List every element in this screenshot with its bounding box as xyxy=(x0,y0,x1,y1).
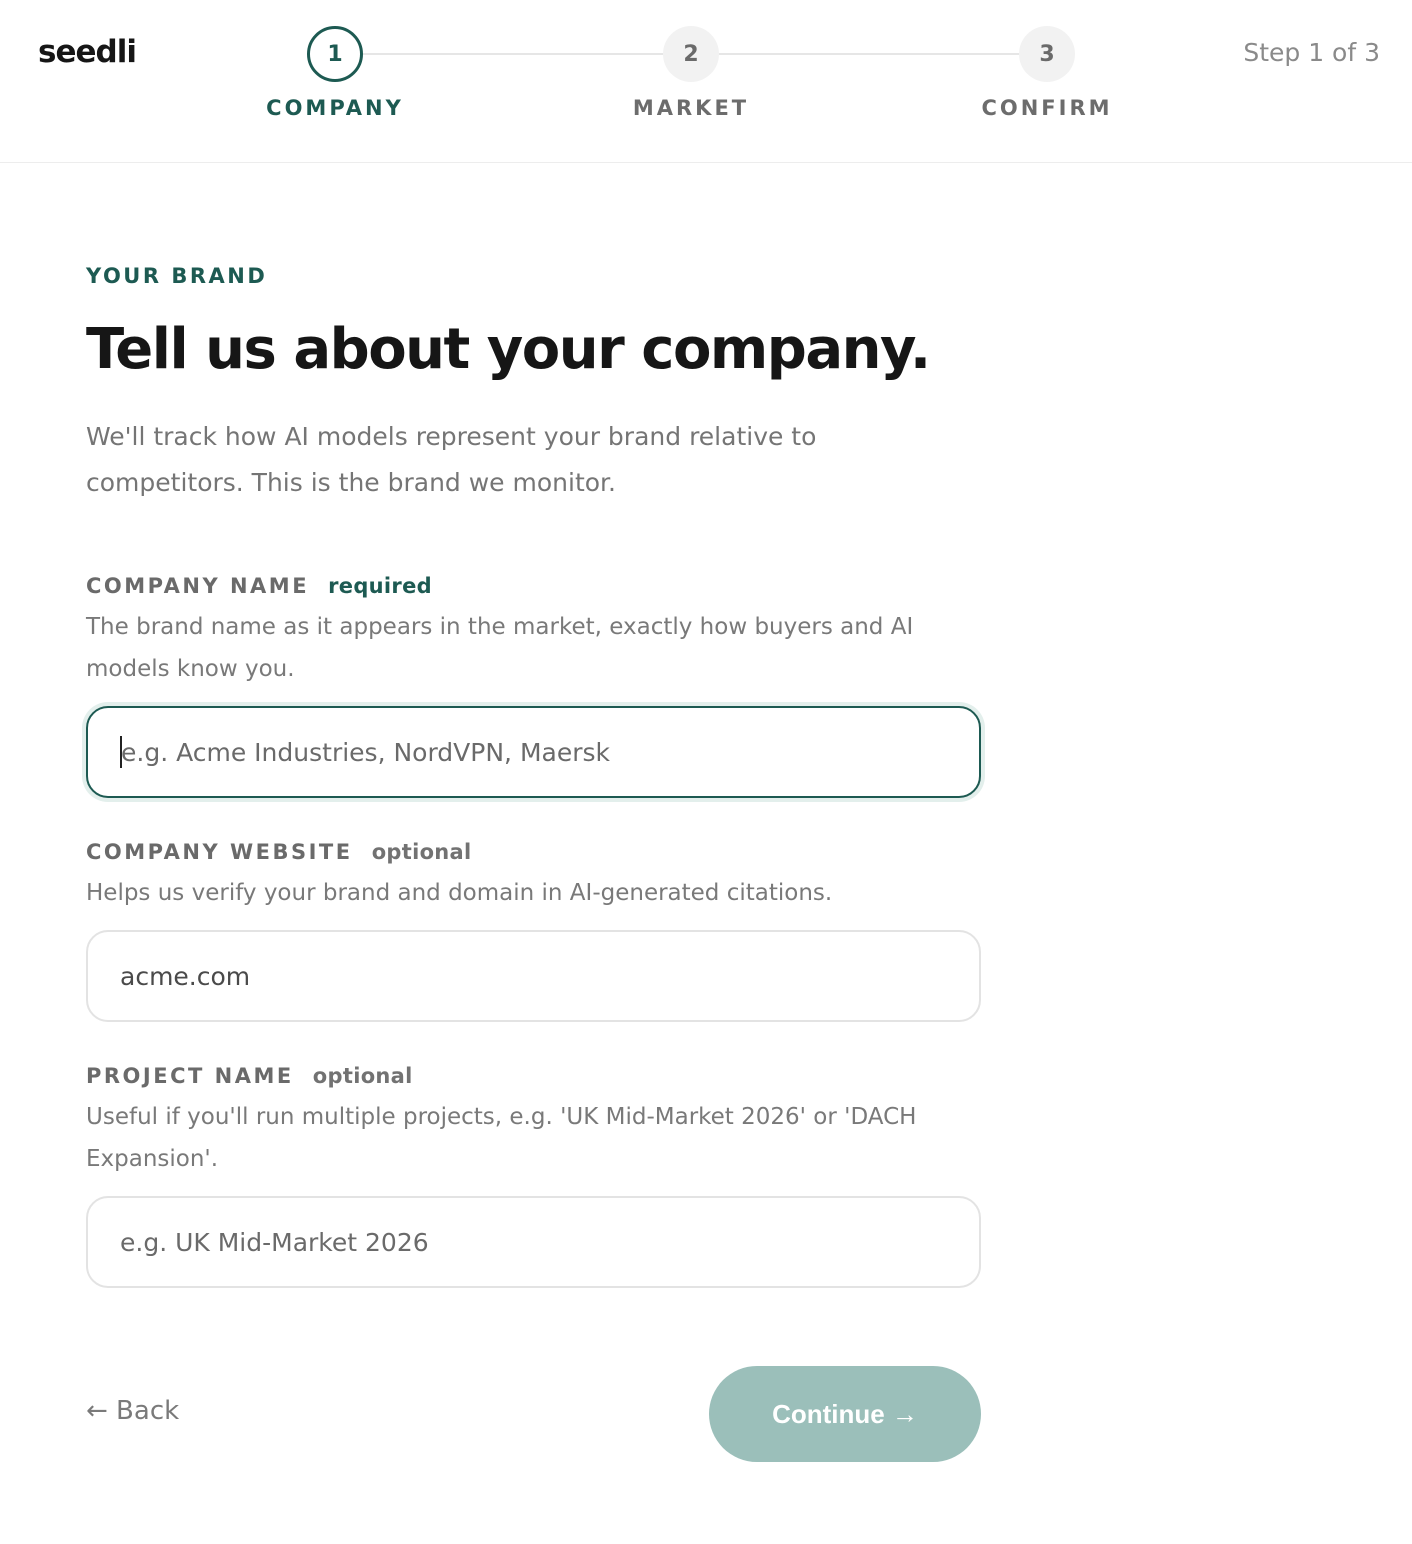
company-website-label-row: COMPANY WEBSITE optional xyxy=(86,840,986,864)
step-confirm: 3 CONFIRM xyxy=(927,26,1167,120)
step-label: CONFIRM xyxy=(981,96,1113,120)
step-number-badge: 1 xyxy=(307,26,363,82)
page-title: Tell us about your company. xyxy=(86,317,931,382)
company-name-input[interactable]: e.g. Acme Industries, NordVPN, Maersk xyxy=(86,706,981,798)
required-tag: required xyxy=(328,574,432,598)
optional-tag: optional xyxy=(312,1064,413,1088)
project-name-label-row: PROJECT NAME optional xyxy=(86,1064,986,1088)
company-website-help: Helps us verify your brand and domain in… xyxy=(86,880,833,906)
step-number-badge: 3 xyxy=(1019,26,1075,82)
form-actions: ← Back Continue → xyxy=(86,1366,981,1462)
company-website-group: COMPANY WEBSITE optional Helps us verify… xyxy=(86,840,986,1022)
step-label: COMPANY xyxy=(266,96,404,120)
seedli-logo[interactable]: seedli xyxy=(38,34,137,70)
company-name-group: COMPANY NAME required The brand name as … xyxy=(86,574,986,798)
step-number-badge: 2 xyxy=(663,26,719,82)
company-website-value: acme.com xyxy=(120,961,251,991)
company-name-placeholder: e.g. Acme Industries, NordVPN, Maersk xyxy=(121,737,610,767)
continue-button[interactable]: Continue → xyxy=(709,1366,981,1462)
company-form: YOUR BRAND Tell us about your company. W… xyxy=(86,240,986,1288)
project-name-group: PROJECT NAME optional Useful if you'll r… xyxy=(86,1064,986,1288)
back-link[interactable]: ← Back xyxy=(86,1396,179,1426)
page-intro: We'll track how AI models represent your… xyxy=(86,422,817,497)
step-market: 2 MARKET xyxy=(571,26,811,120)
step-company: 1 COMPANY xyxy=(215,26,455,120)
project-name-placeholder: e.g. UK Mid-Market 2026 xyxy=(120,1227,429,1257)
step-counter: Step 1 of 3 xyxy=(1243,38,1380,67)
optional-tag: optional xyxy=(371,840,472,864)
company-name-label-row: COMPANY NAME required xyxy=(86,574,986,598)
section-eyebrow: YOUR BRAND xyxy=(86,264,268,288)
project-name-label: PROJECT NAME xyxy=(86,1064,294,1088)
company-name-label: COMPANY NAME xyxy=(86,574,310,598)
top-bar: seedli 1 COMPANY 2 MARKET 3 CONFIRM Step… xyxy=(0,0,1412,163)
step-label: MARKET xyxy=(632,96,750,120)
project-name-input[interactable]: e.g. UK Mid-Market 2026 xyxy=(86,1196,981,1288)
company-name-help: The brand name as it appears in the mark… xyxy=(86,614,914,682)
company-website-input[interactable]: acme.com xyxy=(86,930,981,1022)
company-website-label: COMPANY WEBSITE xyxy=(86,840,353,864)
project-name-help: Useful if you'll run multiple projects, … xyxy=(86,1104,917,1172)
